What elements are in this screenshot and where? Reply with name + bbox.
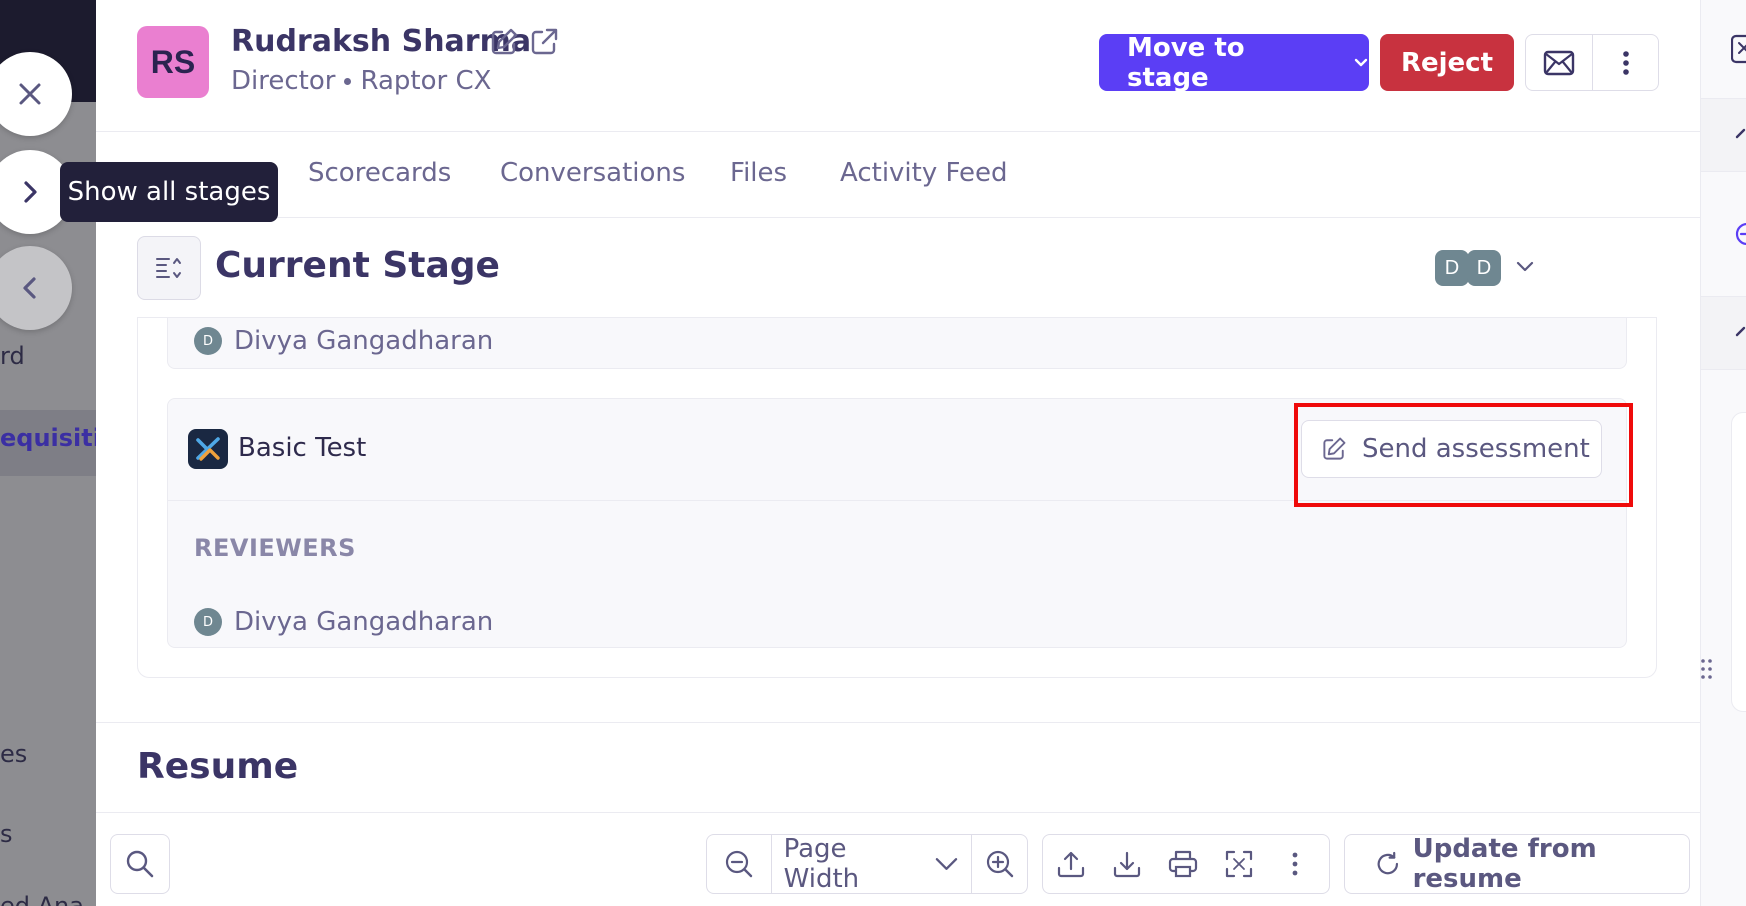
chevron-down-icon[interactable] bbox=[1515, 260, 1535, 274]
sidebar-section-header[interactable] bbox=[1701, 297, 1746, 369]
right-sidebar bbox=[1700, 0, 1746, 906]
chevron-left-icon bbox=[23, 277, 36, 299]
reviewer: D Divya Gangadharan bbox=[194, 326, 493, 356]
mail-icon bbox=[1543, 50, 1575, 75]
reject-button[interactable]: Reject bbox=[1380, 34, 1514, 91]
close-icon[interactable] bbox=[1731, 34, 1746, 64]
document-more-button[interactable] bbox=[1267, 835, 1323, 893]
move-to-stage-label: Move to stage bbox=[1127, 32, 1245, 93]
background-nav-item[interactable]: ed Ana bbox=[0, 892, 84, 906]
zoom-value: Page Width bbox=[783, 834, 860, 894]
update-from-resume-button[interactable]: Update from resume bbox=[1344, 834, 1690, 894]
show-all-stages-tooltip: Show all stages bbox=[60, 162, 278, 222]
candidate-tabs: Scorecards Conversations Files Activity … bbox=[96, 132, 1700, 218]
close-icon bbox=[19, 83, 41, 105]
zoom-in-icon bbox=[986, 850, 1013, 878]
reviewer-name: Divya Gangadharan bbox=[234, 326, 494, 356]
reviewer-avatar: D bbox=[194, 327, 222, 355]
chevron-down-icon bbox=[1354, 58, 1368, 66]
search-button-cell bbox=[111, 835, 169, 893]
sidebar-divider bbox=[1701, 369, 1746, 370]
reviewer-avatar: D bbox=[194, 608, 222, 636]
zoom-out-button[interactable] bbox=[707, 835, 771, 893]
refresh-icon bbox=[1377, 851, 1399, 875]
candidate-name: Rudraksh Sharma bbox=[231, 24, 532, 59]
resume-search-button[interactable] bbox=[110, 834, 170, 894]
separator-dot bbox=[344, 78, 352, 85]
tab-conversations[interactable]: Conversations bbox=[500, 158, 685, 188]
assessment-name: Basic Test bbox=[238, 433, 367, 463]
background-nav-item[interactable]: es bbox=[0, 740, 27, 768]
candidate-company: Raptor CX bbox=[360, 66, 492, 96]
chevron-right-icon bbox=[24, 181, 37, 203]
highlight-box bbox=[1294, 403, 1633, 507]
kebab-menu-icon bbox=[1622, 50, 1629, 75]
toolbar-divider bbox=[96, 812, 1700, 813]
fullscreen-icon bbox=[1225, 850, 1253, 878]
chevron-up-icon bbox=[1735, 128, 1746, 139]
candidate-header: RS Rudraksh Sharma Director Raptor CX Mov… bbox=[96, 0, 1700, 132]
kebab-menu-icon bbox=[1292, 852, 1298, 876]
reviewer-name: Divya Gangadharan bbox=[234, 607, 494, 637]
upload-button[interactable] bbox=[1043, 835, 1099, 893]
search-icon bbox=[126, 850, 154, 878]
tab-scorecards[interactable]: Scorecards bbox=[308, 158, 451, 188]
reviewer: D Divya Gangadharan bbox=[194, 607, 493, 637]
update-from-resume-label: Update from resume bbox=[1412, 834, 1597, 894]
background-nav-item-active[interactable]: equisitio bbox=[0, 424, 96, 452]
zoom-select[interactable]: Page Width bbox=[770, 834, 972, 894]
sidebar-divider bbox=[1701, 171, 1746, 172]
download-button[interactable] bbox=[1099, 835, 1155, 893]
chevron-up-icon bbox=[1735, 326, 1746, 337]
tab-activity-feed[interactable]: Activity Feed bbox=[840, 158, 1008, 188]
background-page: rd equisitio es s ed Ana bbox=[0, 0, 96, 906]
candidate-subtitle: Director Raptor CX bbox=[231, 66, 491, 96]
assessment-logo-icon bbox=[188, 429, 228, 469]
header-action-group bbox=[1525, 34, 1659, 91]
chevron-down-icon bbox=[936, 858, 958, 870]
background-nav-item[interactable]: s bbox=[0, 820, 13, 848]
section-divider bbox=[96, 722, 1700, 723]
zoom-in-button[interactable] bbox=[971, 835, 1027, 893]
edit-icon[interactable] bbox=[488, 26, 520, 58]
resume-title: Resume bbox=[137, 746, 299, 787]
assignee-avatar: D bbox=[1435, 250, 1469, 286]
upload-icon bbox=[1057, 851, 1085, 878]
candidate-title: Director bbox=[231, 66, 336, 96]
zoom-out-icon bbox=[725, 850, 752, 878]
add-circle-icon[interactable] bbox=[1733, 222, 1746, 246]
print-icon bbox=[1168, 850, 1198, 878]
sidebar-section-header[interactable] bbox=[1701, 99, 1746, 171]
zoom-controls: Page Width bbox=[706, 834, 1028, 894]
print-button[interactable] bbox=[1155, 835, 1211, 893]
stage-list-toggle[interactable] bbox=[137, 236, 201, 300]
resize-handle-icon[interactable] bbox=[1700, 658, 1714, 680]
sidebar-card bbox=[1731, 412, 1746, 712]
more-options-button[interactable] bbox=[1592, 35, 1658, 90]
zoom-select-label: Page Width bbox=[772, 834, 972, 894]
assignee-avatar: D bbox=[1467, 250, 1501, 286]
background-nav-item[interactable]: rd bbox=[0, 342, 25, 370]
update-from-resume-content: Update from resume bbox=[1345, 834, 1689, 894]
move-to-stage-button[interactable]: Move to stage bbox=[1099, 32, 1369, 93]
tab-files[interactable]: Files bbox=[730, 158, 787, 188]
document-actions bbox=[1042, 834, 1330, 894]
current-stage-header: Current Stage D D bbox=[137, 218, 1657, 318]
email-button[interactable] bbox=[1526, 35, 1592, 90]
download-icon bbox=[1113, 851, 1141, 878]
expand-list-icon bbox=[156, 258, 181, 278]
reviewers-label: REVIEWERS bbox=[194, 534, 356, 562]
current-stage-title: Current Stage bbox=[215, 245, 500, 286]
external-link-icon[interactable] bbox=[528, 26, 560, 58]
fullscreen-button[interactable] bbox=[1211, 835, 1267, 893]
candidate-avatar: RS bbox=[137, 26, 209, 98]
